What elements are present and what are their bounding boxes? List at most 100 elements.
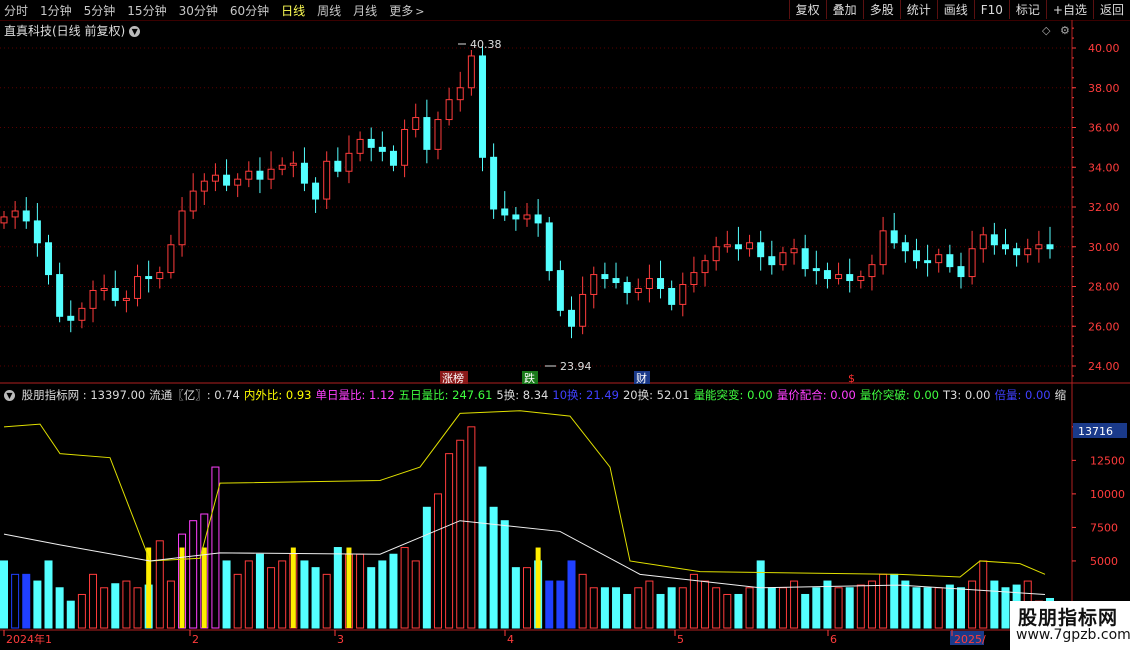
candle-body — [657, 278, 665, 289]
indicator-value-1: 流通〖亿〗: 0.74 — [149, 388, 240, 402]
volume-bar — [66, 600, 75, 629]
candle-body — [423, 117, 431, 150]
candle-body — [67, 315, 75, 321]
candle-body — [501, 208, 509, 216]
candle-body — [467, 55, 475, 89]
candle-body — [523, 214, 531, 220]
volume-bar — [645, 580, 654, 629]
x-axis-label: 5 — [677, 633, 684, 646]
volume-bar — [778, 587, 787, 629]
y-tick-label: 40.00 — [1088, 42, 1120, 55]
current-volume-badge-label: 13716 — [1078, 425, 1113, 438]
signal-bar — [346, 547, 352, 628]
candle-body — [679, 284, 687, 305]
candle-body — [746, 242, 754, 250]
volume-bar — [867, 580, 876, 629]
candle-body — [823, 270, 831, 280]
volume-bar — [367, 567, 376, 629]
volume-bar — [511, 567, 520, 629]
volume-bar — [567, 560, 576, 629]
stock-title: 直真科技(日线 前复权) — [4, 24, 126, 38]
candle-body — [901, 242, 909, 252]
candle-body — [334, 160, 342, 172]
volume-bar — [734, 593, 743, 629]
candle-body — [178, 210, 186, 246]
candle-body — [623, 282, 631, 293]
candle-body — [445, 99, 453, 121]
x-axis-label: 4 — [507, 633, 514, 646]
volume-bar — [790, 580, 799, 629]
candle-body — [1013, 248, 1021, 256]
candle-body — [156, 272, 164, 280]
candle-body — [289, 162, 297, 166]
volume-bar — [912, 587, 921, 629]
diamond-icon[interactable]: ◇ — [1042, 24, 1050, 37]
kline-chart[interactable]: 40.00 38.00 36.00 34.00 32.00 30.00 28.00 26.00… — [0, 0, 1130, 650]
volume-bar — [578, 573, 587, 629]
candle-body — [835, 274, 843, 280]
volume-bar — [600, 587, 609, 629]
volume-bar — [845, 587, 854, 629]
indicator-value-12: 倍量: 0.00 — [994, 388, 1051, 402]
candle-body — [312, 182, 320, 200]
candle-body — [634, 287, 642, 293]
candle-body — [601, 274, 609, 280]
volume-bar — [667, 587, 676, 629]
candle-body — [701, 260, 709, 274]
indicator-menu-icon[interactable]: ▼ — [4, 390, 15, 401]
event-marker-label: $ — [848, 372, 855, 385]
candle-body — [11, 210, 19, 218]
x-axis-label: 3 — [337, 633, 344, 646]
indicator-value-11: T3: 0.00 — [942, 388, 991, 402]
x-axis-label: 6 — [830, 633, 837, 646]
candle-body — [167, 244, 175, 274]
volume-bar — [523, 567, 531, 629]
volume-bar — [433, 493, 442, 629]
y-tick-label: 30.00 — [1088, 241, 1120, 254]
volume-bar — [589, 587, 598, 629]
vol-envelope-line — [3, 410, 1046, 578]
volume-bar — [255, 553, 264, 629]
candle-body — [45, 242, 53, 276]
candle-body — [768, 256, 776, 266]
volume-bar — [456, 439, 465, 629]
indicator-value-6: 10换: 21.49 — [552, 388, 619, 402]
candle-body — [300, 162, 308, 184]
candle-body — [868, 264, 876, 278]
vol-ma-line — [3, 520, 1046, 595]
candle-body — [534, 214, 542, 224]
candle-body — [879, 230, 887, 266]
indicator-info-bar: ▼ 股朋指标网 : 13397.00 流通〖亿〗: 0.74 内外比: 0.93 单日… — [4, 387, 1074, 403]
candle-body — [189, 190, 197, 212]
volume-bar — [678, 587, 687, 629]
volume-bar — [400, 547, 409, 629]
candle-body — [946, 254, 954, 268]
event-marker-label: 涨榜 — [442, 371, 464, 385]
candle-body — [1046, 244, 1054, 250]
candle-body — [401, 128, 409, 166]
y-tick-label: 26.00 — [1088, 320, 1120, 333]
volume-bar — [500, 520, 509, 629]
volume-bar — [612, 587, 621, 629]
indicator-value-3: 单日量比: 1.12 — [315, 388, 395, 402]
candle-body — [256, 170, 264, 180]
candle-body — [356, 138, 364, 154]
volume-bar — [189, 520, 198, 629]
chevron-down-icon[interactable]: ▼ — [129, 26, 141, 37]
volume-bar — [879, 573, 888, 629]
volume-bar — [244, 560, 253, 629]
min-price-label: 23.94 — [560, 360, 592, 373]
volume-bar — [55, 587, 64, 629]
volume-bar — [556, 580, 565, 629]
candle-body — [957, 266, 965, 278]
candle-body — [1035, 244, 1043, 250]
volume-bar — [155, 540, 164, 629]
volume-bar — [712, 587, 721, 629]
candle-body — [134, 276, 142, 299]
volume-bar — [11, 573, 20, 629]
x-axis-label: 2024年1 — [6, 632, 52, 646]
event-marker-label: 跌 — [524, 371, 535, 385]
candle-body — [211, 174, 219, 182]
candle-body — [857, 276, 865, 282]
settings-icon[interactable]: ⚙ — [1060, 24, 1070, 37]
